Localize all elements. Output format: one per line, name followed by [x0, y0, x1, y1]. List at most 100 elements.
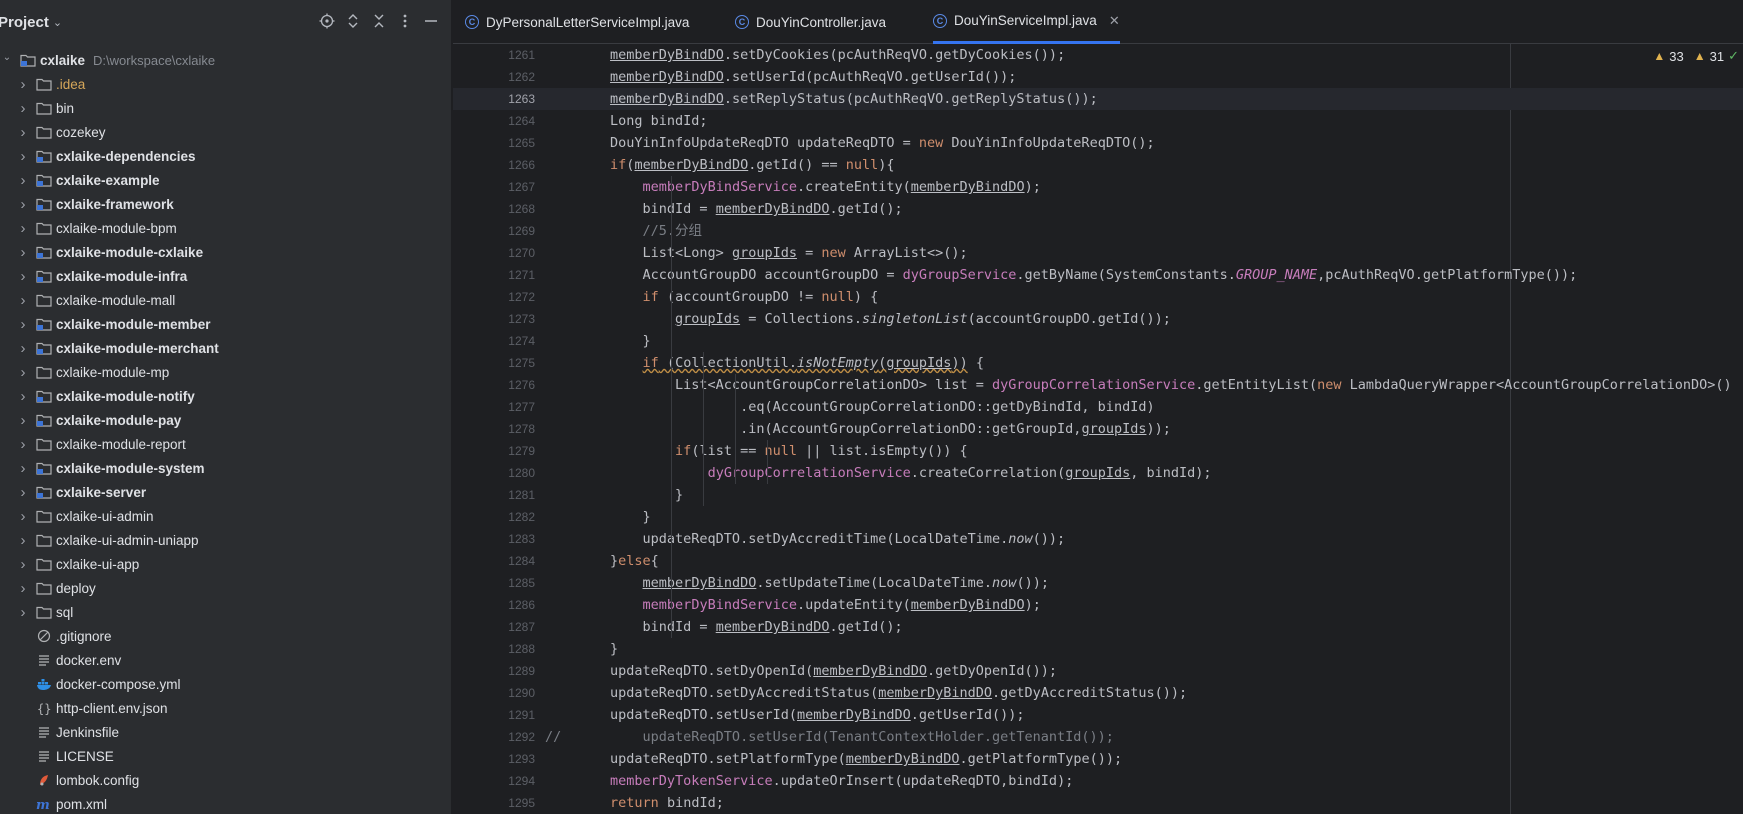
code-line[interactable]: DouYinInfoUpdateReqDTO updateReqDTO = ne… — [453, 132, 1743, 154]
collapse-all-icon[interactable] — [370, 13, 388, 31]
chevron-right-icon[interactable]: › — [16, 316, 30, 333]
chevron-right-icon[interactable]: › — [16, 460, 30, 477]
chevron-right-icon[interactable]: › — [16, 268, 30, 285]
line-number[interactable]: 1269 — [453, 220, 535, 242]
line-number[interactable]: 1265 — [453, 132, 535, 154]
tree-item-cxlaike-framework[interactable]: › cxlaike-framework — [0, 192, 451, 216]
tree-item-cxlaike-module-report[interactable]: › cxlaike-module-report — [0, 432, 451, 456]
line-number[interactable]: 1292 — [453, 726, 535, 748]
line-number[interactable]: 1294 — [453, 770, 535, 792]
code-line[interactable]: // updateReqDTO.setUserId(TenantContextH… — [453, 726, 1743, 748]
tree-item-cxlaike-ui-admin-uniapp[interactable]: › cxlaike-ui-admin-uniapp — [0, 528, 451, 552]
tree-item-license[interactable]: LICENSE — [0, 744, 451, 768]
line-number[interactable]: 1262 — [453, 66, 535, 88]
expand-all-icon[interactable] — [344, 13, 362, 31]
code-line[interactable]: List<Long> groupIds = new ArrayList<>(); — [453, 242, 1743, 264]
code-line[interactable]: } — [453, 484, 1743, 506]
line-number[interactable]: 1263 — [453, 88, 535, 110]
code-line[interactable]: dyGroupCorrelationService.createCorrelat… — [453, 462, 1743, 484]
tree-item-cxlaike-module-member[interactable]: › cxlaike-module-member — [0, 312, 451, 336]
chevron-right-icon[interactable]: › — [16, 556, 30, 573]
tree-item-jenkinsfile[interactable]: Jenkinsfile — [0, 720, 451, 744]
code-line[interactable]: updateReqDTO.setDyAccreditTime(LocalDate… — [453, 528, 1743, 550]
chevron-right-icon[interactable]: › — [16, 532, 30, 549]
line-number[interactable]: 1261 — [453, 44, 535, 66]
chevron-right-icon[interactable]: › — [16, 412, 30, 429]
tree-item-bin[interactable]: › bin — [0, 96, 451, 120]
chevron-right-icon[interactable]: › — [16, 172, 30, 189]
chevron-right-icon[interactable]: › — [16, 124, 30, 141]
line-number[interactable]: 1270 — [453, 242, 535, 264]
code-line[interactable]: memberDyBindDO.setDyCookies(pcAuthReqVO.… — [453, 44, 1743, 66]
code-line[interactable]: updateReqDTO.setDyOpenId(memberDyBindDO.… — [453, 660, 1743, 682]
tree-item-lombok-config[interactable]: lombok.config — [0, 768, 451, 792]
chevron-right-icon[interactable]: › — [16, 76, 30, 93]
code-line[interactable]: memberDyBindDO.setReplyStatus(pcAuthReqV… — [453, 88, 1743, 110]
chevron-right-icon[interactable]: › — [16, 436, 30, 453]
tree-item-cxlaike-module-bpm[interactable]: › cxlaike-module-bpm — [0, 216, 451, 240]
tree-item-cxlaike-example[interactable]: › cxlaike-example — [0, 168, 451, 192]
code-line[interactable]: } — [453, 330, 1743, 352]
tree-item-cxlaike-module-notify[interactable]: › cxlaike-module-notify — [0, 384, 451, 408]
tree-item-cxlaike-server[interactable]: › cxlaike-server — [0, 480, 451, 504]
tree-item-cxlaike-dependencies[interactable]: › cxlaike-dependencies — [0, 144, 451, 168]
line-number[interactable]: 1295 — [453, 792, 535, 814]
code-line[interactable]: updateReqDTO.setPlatformType(memberDyBin… — [453, 748, 1743, 770]
tree-item-cxlaike[interactable]: ⌄ cxlaike D:\workspace\cxlaike — [0, 48, 451, 72]
tree-item-pom-xml[interactable]: m pom.xml — [0, 792, 451, 814]
code-line[interactable]: //5.分组 — [453, 220, 1743, 242]
tree-item-cxlaike-ui-admin[interactable]: › cxlaike-ui-admin — [0, 504, 451, 528]
line-number[interactable]: 1266 — [453, 154, 535, 176]
line-number[interactable]: 1293 — [453, 748, 535, 770]
tab-douyincontroller[interactable]: C DouYinController.java — [735, 0, 886, 44]
code-line[interactable]: bindId = memberDyBindDO.getId(); — [453, 616, 1743, 638]
line-number[interactable]: 1275 — [453, 352, 535, 374]
chevron-right-icon[interactable]: › — [16, 580, 30, 597]
options-menu-icon[interactable] — [396, 13, 414, 31]
line-number[interactable]: 1291 — [453, 704, 535, 726]
line-number[interactable]: 1283 — [453, 528, 535, 550]
code-line[interactable]: memberDyBindService.createEntity(memberD… — [453, 176, 1743, 198]
tree-item-docker-env[interactable]: docker.env — [0, 648, 451, 672]
code-line[interactable]: memberDyBindService.updateEntity(memberD… — [453, 594, 1743, 616]
chevron-right-icon[interactable]: › — [16, 292, 30, 309]
inspection-widget[interactable]: ▲ 33 ▲ 31 ✓ — [1653, 48, 1739, 64]
line-number[interactable]: 1264 — [453, 110, 535, 132]
tree-item-cxlaike-module-mp[interactable]: › cxlaike-module-mp — [0, 360, 451, 384]
chevron-right-icon[interactable]: › — [16, 196, 30, 213]
chevron-right-icon[interactable]: › — [16, 340, 30, 357]
code-line[interactable]: if (CollectionUtil.isNotEmpty(groupIds))… — [453, 352, 1743, 374]
line-number[interactable]: 1277 — [453, 396, 535, 418]
line-number[interactable]: 1276 — [453, 374, 535, 396]
code-line[interactable]: } — [453, 638, 1743, 660]
line-number[interactable]: 1285 — [453, 572, 535, 594]
tree-item-cxlaike-module-cxlaike[interactable]: › cxlaike-module-cxlaike — [0, 240, 451, 264]
code-editor[interactable]: memberDyBindDO.setDyCookies(pcAuthReqVO.… — [453, 44, 1743, 814]
code-line[interactable]: if(memberDyBindDO.getId() == null){ — [453, 154, 1743, 176]
project-title[interactable]: Project — [0, 14, 49, 31]
chevron-right-icon[interactable]: › — [16, 604, 30, 621]
code-line[interactable]: memberDyBindDO.setUserId(pcAuthReqVO.get… — [453, 66, 1743, 88]
chevron-right-icon[interactable]: › — [16, 388, 30, 405]
code-line[interactable]: memberDyBindDO.setUpdateTime(LocalDateTi… — [453, 572, 1743, 594]
tree-item-deploy[interactable]: › deploy — [0, 576, 451, 600]
line-number[interactable]: 1271 — [453, 264, 535, 286]
tree-item-cxlaike-module-system[interactable]: › cxlaike-module-system — [0, 456, 451, 480]
line-number[interactable]: 1282 — [453, 506, 535, 528]
line-number[interactable]: 1272 — [453, 286, 535, 308]
tab-douyinserviceimpl[interactable]: C DouYinServiceImpl.java ✕ — [933, 0, 1120, 44]
close-icon[interactable]: ✕ — [1109, 13, 1120, 29]
line-number[interactable]: 1280 — [453, 462, 535, 484]
code-line[interactable]: bindId = memberDyBindDO.getId(); — [453, 198, 1743, 220]
tree-item-cxlaike-module-merchant[interactable]: › cxlaike-module-merchant — [0, 336, 451, 360]
line-number[interactable]: 1288 — [453, 638, 535, 660]
chevron-right-icon[interactable]: › — [16, 220, 30, 237]
tree-item-cxlaike-module-pay[interactable]: › cxlaike-module-pay — [0, 408, 451, 432]
line-number[interactable]: 1287 — [453, 616, 535, 638]
line-number[interactable]: 1278 — [453, 418, 535, 440]
code-line[interactable]: List<AccountGroupCorrelationDO> list = d… — [453, 374, 1743, 396]
code-line[interactable]: } — [453, 506, 1743, 528]
line-number[interactable]: 1267 — [453, 176, 535, 198]
code-line[interactable]: .eq(AccountGroupCorrelationDO::getDyBind… — [453, 396, 1743, 418]
tree-item-cxlaike-module-mall[interactable]: › cxlaike-module-mall — [0, 288, 451, 312]
